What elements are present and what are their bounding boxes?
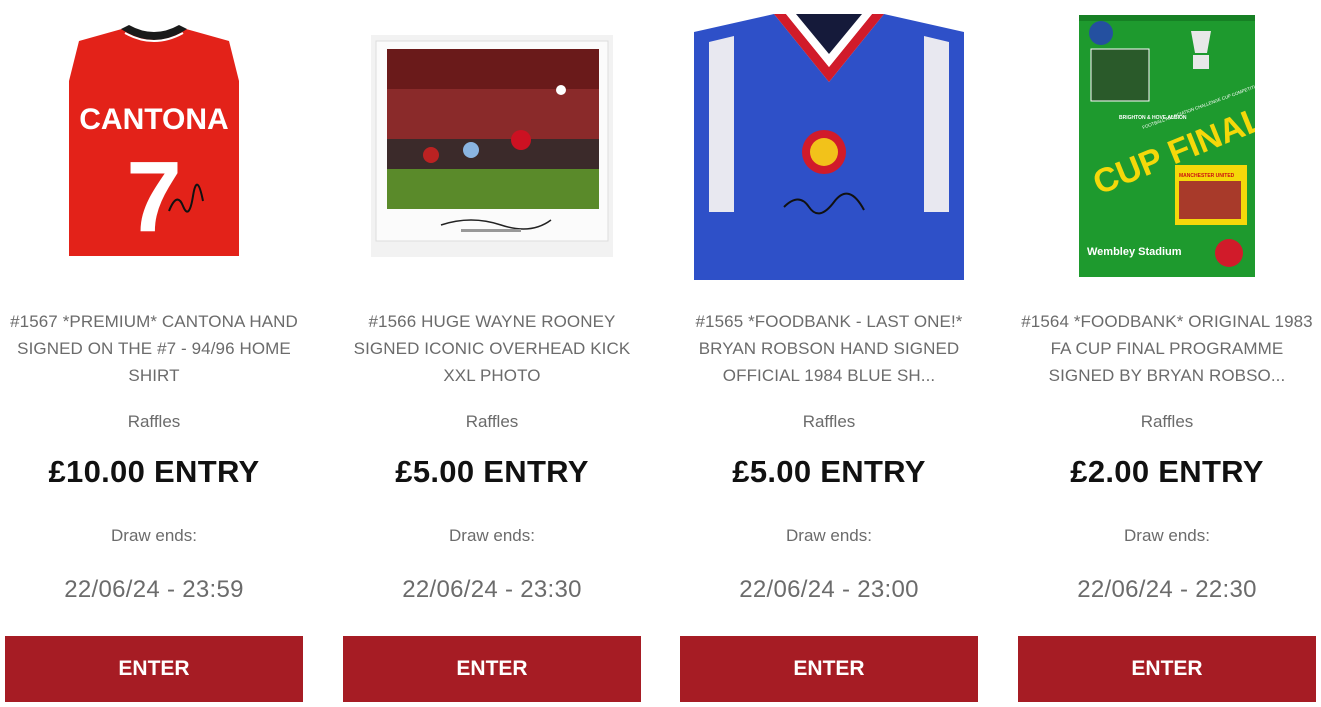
entry-price: £5.00 ENTRY [732,454,926,489]
raffle-card: CANTONA 7 #1567 *PREMIUM* CANTONA HAND S… [5,0,303,707]
shirt-name-text: CANTONA [79,103,228,136]
shirt-illustration [694,12,964,280]
draw-ends-date: 22/06/24 - 23:59 [64,576,244,603]
enter-button[interactable]: ENTER [680,636,978,702]
robson-blue-shirt-image[interactable] [680,0,978,292]
programme-team2: MANCHESTER UNITED [1179,173,1235,179]
entry-price: £2.00 ENTRY [1070,454,1264,489]
entry-price: £10.00 ENTRY [48,454,260,489]
draw-ends-date: 22/06/24 - 22:30 [1077,576,1257,603]
raffle-listings-grid: CANTONA 7 #1567 *PREMIUM* CANTONA HAND S… [0,0,1321,707]
draw-ends-label: Draw ends: [111,526,197,545]
programme-venue: Wembley Stadium [1087,246,1182,258]
raffle-card: #1566 HUGE WAYNE ROONEY SIGNED ICONIC OV… [343,0,641,707]
cup-final-programme-image[interactable]: BRIGHTON & HOVE ALBION FOOTBALL ASSOCIAT… [1018,0,1316,292]
listing-category: Raffles [465,412,519,431]
listing-title[interactable]: #1567 *PREMIUM* CANTONA HAND SIGNED ON T… [5,308,303,389]
draw-ends-label: Draw ends: [449,526,535,545]
draw-ends-date: 22/06/24 - 23:00 [739,576,919,603]
listing-category: Raffles [802,412,856,431]
enter-button[interactable]: ENTER [1018,636,1316,702]
listing-title[interactable]: #1566 HUGE WAYNE ROONEY SIGNED ICONIC OV… [343,308,641,389]
rooney-overhead-kick-photo-image[interactable] [343,0,641,292]
shirt-illustration: CANTONA 7 [69,25,239,256]
draw-ends-date: 22/06/24 - 23:30 [402,576,582,603]
photo-illustration [371,35,613,257]
listing-category: Raffles [127,412,181,431]
draw-ends-label: Draw ends: [1124,526,1210,545]
draw-ends-label: Draw ends: [786,526,872,545]
enter-button[interactable]: ENTER [343,636,641,702]
entry-price: £5.00 ENTRY [395,454,589,489]
listing-title[interactable]: #1565 *FOODBANK - LAST ONE!* BRYAN ROBSO… [680,308,978,389]
shirt-number-text: 7 [126,141,182,253]
raffle-card: BRIGHTON & HOVE ALBION FOOTBALL ASSOCIAT… [1018,0,1316,707]
listing-category: Raffles [1140,412,1194,431]
programme-illustration: BRIGHTON & HOVE ALBION FOOTBALL ASSOCIAT… [1079,15,1255,277]
raffle-card: #1565 *FOODBANK - LAST ONE!* BRYAN ROBSO… [680,0,978,707]
cantona-signed-shirt-image[interactable]: CANTONA 7 [5,0,303,292]
listing-title[interactable]: #1564 *FOODBANK* ORIGINAL 1983 FA CUP FI… [1018,308,1316,389]
enter-button[interactable]: ENTER [5,636,303,702]
